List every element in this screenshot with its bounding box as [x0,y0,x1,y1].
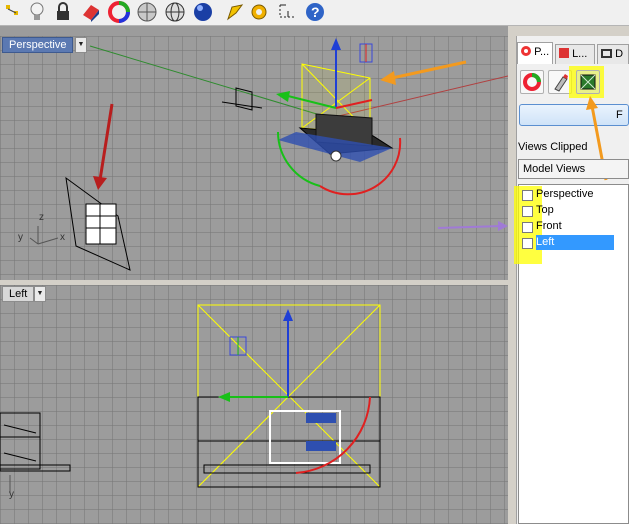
world-y-axis-line [89,45,331,119]
list-item[interactable]: Top [519,203,627,219]
paintbrush-icon [554,74,568,92]
perspective-viewport[interactable]: z x y [0,36,508,280]
tab-perspective-viewport[interactable]: Perspective [2,37,74,53]
views-type-select[interactable]: Model Views [518,159,629,179]
pencil-icon[interactable] [224,1,246,23]
wire-sphere-icon[interactable] [164,1,186,23]
left-viewport[interactable]: y [0,285,508,524]
svg-text:?: ? [311,4,320,20]
left-viewport-dropdown[interactable]: ▼ [34,286,46,302]
sphere-icon[interactable] [136,1,158,23]
lock-icon[interactable] [52,1,74,23]
view-checkbox[interactable] [522,238,533,249]
left-scene: y [0,304,381,500]
material-button[interactable] [520,70,544,94]
point-icon[interactable] [2,1,24,23]
perspective-viewport-dropdown[interactable]: ▼ [75,37,87,53]
render-icon[interactable] [80,1,102,23]
view-checkbox[interactable] [522,206,533,217]
view-checkbox[interactable] [522,222,533,233]
clipping-plane-icon [580,74,596,90]
tab-layers[interactable]: L... [555,44,595,64]
color-wheel-icon [521,46,531,56]
viewport-top-band [0,26,508,36]
clipping-plane-button[interactable] [576,70,600,94]
help-icon[interactable]: ? [304,1,326,23]
red-annotation-arrow [98,103,114,181]
shaded-sphere-icon[interactable] [192,1,214,23]
dimension-icon[interactable] [276,1,298,23]
lightbulb-icon[interactable] [26,1,48,23]
purple-annotation-arrow [437,225,503,229]
list-item[interactable]: Perspective [519,187,627,203]
main-toolbar: ? [0,0,629,26]
left-axis-y-label: y [9,489,14,500]
list-item[interactable]: Left [519,235,627,251]
axis-y-label: y [18,232,23,243]
view-checkbox[interactable] [522,190,533,201]
color-wheel-icon[interactable] [108,1,130,23]
tab-properties[interactable]: P... [517,42,553,64]
list-item[interactable]: Front [519,219,627,235]
axis-z-label: z [39,212,44,223]
perspective-scene: z x y [18,38,508,271]
layers-icon [559,48,569,58]
tab-left-viewport[interactable]: Left [2,286,35,302]
axis-x-label: x [60,232,65,243]
gear-icon[interactable] [248,1,270,23]
views-clipped-label: Views Clipped [518,141,588,153]
monitor-icon [601,49,612,58]
color-wheel-icon [523,73,541,91]
orange-annotation-arrow [391,60,467,80]
tab-display[interactable]: D [597,44,629,64]
panel-splitter[interactable] [508,26,516,524]
